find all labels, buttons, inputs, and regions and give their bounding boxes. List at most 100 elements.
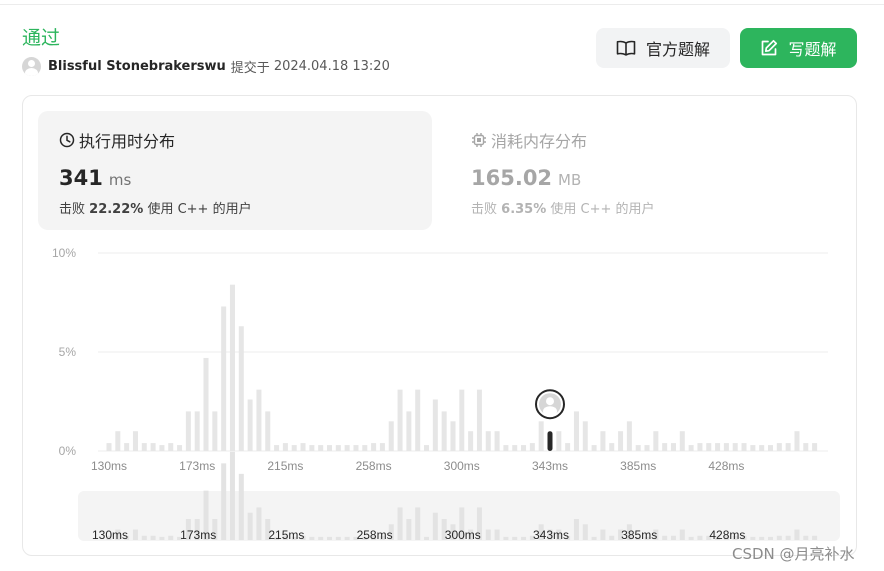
distribution-bar[interactable] [450, 421, 456, 451]
distribution-bar[interactable] [203, 357, 209, 451]
distribution-bar[interactable] [229, 284, 235, 451]
distribution-bar[interactable] [256, 389, 262, 451]
distribution-bar[interactable] [124, 443, 130, 451]
distribution-bar[interactable] [441, 411, 447, 451]
distribution-bar[interactable] [662, 443, 668, 451]
distribution-bar[interactable] [653, 431, 659, 451]
distribution-bar[interactable] [221, 306, 227, 451]
distribution-bar[interactable] [177, 445, 183, 451]
distribution-bar[interactable] [327, 445, 332, 451]
overview-bar [803, 535, 809, 540]
distribution-bar[interactable] [353, 445, 359, 451]
distribution-bar[interactable] [476, 389, 482, 451]
distribution-bar[interactable] [600, 431, 606, 451]
distribution-bar[interactable] [565, 443, 571, 451]
distribution-bar[interactable] [741, 443, 747, 451]
distribution-bar[interactable] [371, 443, 377, 451]
distribution-bar[interactable] [335, 445, 341, 451]
distribution-bar[interactable] [300, 443, 306, 451]
distribution-bar[interactable] [388, 421, 394, 451]
distribution-bar[interactable] [688, 445, 694, 451]
distribution-bar[interactable] [556, 431, 562, 451]
distribution-bar[interactable] [670, 443, 676, 451]
distribution-bar[interactable] [768, 445, 773, 451]
overview-bar [503, 536, 509, 540]
x-tick-label: 258ms [356, 459, 392, 473]
x-tick-label: 300ms [444, 459, 480, 473]
distribution-bar[interactable] [573, 411, 579, 451]
distribution-bar[interactable] [697, 443, 703, 451]
overview-bar [485, 529, 491, 540]
distribution-bar[interactable] [141, 443, 147, 451]
overview-tick-label: 173ms [180, 528, 216, 542]
overview-bar [697, 535, 703, 540]
overview-bar [318, 536, 324, 540]
overview-bar [582, 524, 588, 540]
distribution-bar[interactable] [291, 445, 297, 451]
distribution-bar[interactable] [512, 445, 518, 451]
distribution-bar[interactable] [282, 443, 288, 451]
distribution-bar[interactable] [379, 443, 385, 451]
runtime-distribution-chart[interactable]: 0% 5% 10% 130ms 173ms 215ms 258ms 300ms 343ms 385… [0, 0, 884, 571]
distribution-bar[interactable] [168, 443, 174, 451]
distribution-bar[interactable] [812, 443, 818, 451]
distribution-bar[interactable] [785, 443, 791, 451]
distribution-bar[interactable] [194, 411, 200, 451]
distribution-bar[interactable] [432, 399, 438, 451]
distribution-bar[interactable] [715, 443, 721, 451]
distribution-bar[interactable] [406, 411, 412, 451]
distribution-bar[interactable] [759, 445, 765, 451]
overview-bar [776, 535, 782, 540]
my-runtime-bar[interactable] [547, 431, 553, 451]
distribution-bar[interactable] [794, 431, 800, 451]
distribution-bar[interactable] [150, 443, 156, 451]
distribution-bar[interactable] [185, 411, 191, 451]
distribution-bar[interactable] [644, 445, 650, 451]
distribution-bar[interactable] [494, 431, 500, 451]
distribution-bar[interactable] [265, 411, 271, 451]
distribution-bar[interactable] [732, 443, 738, 451]
distribution-bar[interactable] [459, 389, 465, 451]
distribution-bar[interactable] [309, 445, 315, 451]
distribution-bar[interactable] [274, 445, 280, 451]
distribution-bar[interactable] [582, 421, 588, 451]
distribution-bar[interactable] [115, 431, 121, 451]
x-tick-label: 130ms [91, 459, 127, 473]
distribution-bar[interactable] [468, 431, 474, 451]
distribution-bar[interactable] [723, 443, 729, 451]
overview-bar [794, 529, 800, 540]
distribution-bar[interactable] [538, 421, 544, 451]
distribution-bar[interactable] [529, 443, 535, 451]
distribution-bar[interactable] [521, 445, 527, 451]
y-tick-label: 0% [59, 444, 77, 458]
my-avatar-head [546, 397, 554, 406]
distribution-bar[interactable] [247, 399, 253, 451]
distribution-bar[interactable] [609, 443, 615, 451]
distribution-bar[interactable] [803, 443, 809, 451]
overview-bar [335, 536, 341, 540]
distribution-bar[interactable] [106, 443, 112, 451]
distribution-bar[interactable] [212, 411, 218, 451]
distribution-bar[interactable] [750, 445, 756, 451]
distribution-bar[interactable] [362, 445, 368, 451]
overview-bar [150, 535, 156, 540]
distribution-bar[interactable] [485, 431, 491, 451]
my-avatar-body [543, 406, 557, 417]
distribution-bar[interactable] [132, 431, 138, 451]
distribution-bar[interactable] [503, 445, 509, 451]
distribution-bar[interactable] [159, 445, 165, 451]
distribution-bar[interactable] [238, 326, 244, 451]
distribution-bar[interactable] [415, 389, 421, 451]
distribution-bar[interactable] [706, 443, 712, 451]
distribution-bar[interactable] [397, 389, 403, 451]
distribution-bar[interactable] [635, 445, 641, 451]
overview-bar [238, 473, 244, 540]
distribution-bar[interactable] [776, 443, 782, 451]
distribution-bar[interactable] [626, 421, 632, 451]
distribution-bar[interactable] [618, 431, 624, 451]
distribution-bar[interactable] [344, 445, 350, 451]
distribution-bar[interactable] [591, 445, 597, 451]
distribution-bar[interactable] [679, 431, 685, 451]
distribution-bar[interactable] [318, 445, 324, 451]
distribution-bar[interactable] [424, 445, 430, 451]
